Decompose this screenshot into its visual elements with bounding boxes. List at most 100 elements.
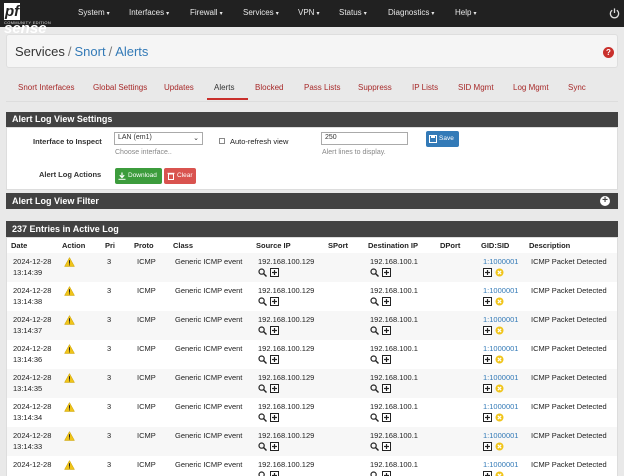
alert-lines-input[interactable]: 250 <box>321 132 408 145</box>
lookup-source-icon[interactable] <box>258 355 267 364</box>
interface-select[interactable]: LAN (em1) ⌄ <box>114 132 203 145</box>
lookup-destination-icon[interactable] <box>370 384 379 393</box>
tab-snort-interfaces[interactable]: Snort Interfaces <box>18 83 74 92</box>
disable-sid-icon[interactable] <box>495 297 504 306</box>
add-destination-suppress-icon[interactable] <box>382 471 391 476</box>
disable-sid-icon[interactable] <box>495 326 504 335</box>
add-sid-suppress-icon[interactable] <box>483 355 492 364</box>
nav-vpn[interactable]: VPN ▾ <box>298 8 319 17</box>
tab-blocked[interactable]: Blocked <box>255 83 283 92</box>
disable-sid-icon[interactable] <box>495 442 504 451</box>
save-button[interactable]: Save <box>426 131 459 147</box>
add-source-suppress-icon[interactable] <box>270 384 279 393</box>
row-gid-sid-link[interactable]: 1:1000001 <box>483 402 518 411</box>
nav-status[interactable]: Status ▾ <box>339 8 367 17</box>
row-gid-sid-link[interactable]: 1:1000001 <box>483 460 518 469</box>
tab-global-settings[interactable]: Global Settings <box>93 83 147 92</box>
add-sid-suppress-icon[interactable] <box>483 384 492 393</box>
add-sid-suppress-icon[interactable] <box>483 268 492 277</box>
col-sport[interactable]: SPort <box>328 241 348 250</box>
add-destination-suppress-icon[interactable] <box>382 384 391 393</box>
lookup-source-icon[interactable] <box>258 384 267 393</box>
disable-sid-icon[interactable] <box>495 413 504 422</box>
lookup-source-icon[interactable] <box>258 413 267 422</box>
tab-ip-lists[interactable]: IP Lists <box>412 83 438 92</box>
add-source-suppress-icon[interactable] <box>270 413 279 422</box>
lookup-destination-icon[interactable] <box>370 268 379 277</box>
clear-button[interactable]: Clear <box>164 168 196 184</box>
add-destination-suppress-icon[interactable] <box>382 297 391 306</box>
auto-refresh-checkbox[interactable] <box>219 138 225 144</box>
add-sid-suppress-icon[interactable] <box>483 326 492 335</box>
row-class: Generic ICMP event <box>175 257 243 266</box>
disable-sid-icon[interactable] <box>495 384 504 393</box>
add-sid-suppress-icon[interactable] <box>483 442 492 451</box>
tab-log-mgmt[interactable]: Log Mgmt <box>513 83 549 92</box>
help-icon[interactable]: ? <box>603 47 614 58</box>
col-source-ip[interactable]: Source IP <box>256 241 291 250</box>
disable-sid-icon[interactable] <box>495 268 504 277</box>
add-sid-suppress-icon[interactable] <box>483 413 492 422</box>
col-description[interactable]: Description <box>529 241 570 250</box>
lookup-source-icon[interactable] <box>258 326 267 335</box>
tab-updates[interactable]: Updates <box>164 83 194 92</box>
col-class[interactable]: Class <box>173 241 193 250</box>
lookup-destination-icon[interactable] <box>370 442 379 451</box>
add-sid-suppress-icon[interactable] <box>483 297 492 306</box>
expand-filter-icon[interactable]: + <box>600 196 610 206</box>
tab-pass-lists[interactable]: Pass Lists <box>304 83 340 92</box>
breadcrumb-alerts[interactable]: Alerts <box>115 44 148 59</box>
add-source-suppress-icon[interactable] <box>270 355 279 364</box>
disable-sid-icon[interactable] <box>495 471 504 476</box>
pfsense-logo[interactable]: pfsense COMMUNITY EDITION <box>4 3 62 37</box>
col-action[interactable]: Action <box>62 241 85 250</box>
nav-help[interactable]: Help ▾ <box>455 8 476 17</box>
row-gid-sid-link[interactable]: 1:1000001 <box>483 257 518 266</box>
add-destination-suppress-icon[interactable] <box>382 413 391 422</box>
row-gid-sid-link[interactable]: 1:1000001 <box>483 344 518 353</box>
col-date[interactable]: Date <box>11 241 27 250</box>
tab-sync[interactable]: Sync <box>568 83 586 92</box>
col-gid-sid[interactable]: GID:SID <box>481 241 509 250</box>
lookup-source-icon[interactable] <box>258 268 267 277</box>
tab-suppress[interactable]: Suppress <box>358 83 392 92</box>
logout-icon[interactable] <box>609 7 620 19</box>
lookup-source-icon[interactable] <box>258 297 267 306</box>
nav-system[interactable]: System ▾ <box>78 8 110 17</box>
tab-alerts[interactable]: Alerts <box>214 83 234 92</box>
nav-firewall[interactable]: Firewall ▾ <box>190 8 223 17</box>
lookup-destination-icon[interactable] <box>370 413 379 422</box>
add-destination-suppress-icon[interactable] <box>382 442 391 451</box>
add-source-suppress-icon[interactable] <box>270 442 279 451</box>
add-destination-suppress-icon[interactable] <box>382 355 391 364</box>
row-gid-sid-link[interactable]: 1:1000001 <box>483 373 518 382</box>
col-proto[interactable]: Proto <box>134 241 154 250</box>
nav-interfaces[interactable]: Interfaces ▾ <box>129 8 169 17</box>
disable-sid-icon[interactable] <box>495 355 504 364</box>
lookup-destination-icon[interactable] <box>370 326 379 335</box>
row-description: ICMP Packet Detected <box>531 402 607 411</box>
add-sid-suppress-icon[interactable] <box>483 471 492 476</box>
add-source-suppress-icon[interactable] <box>270 297 279 306</box>
lookup-destination-icon[interactable] <box>370 355 379 364</box>
lookup-destination-icon[interactable] <box>370 471 379 476</box>
lookup-source-icon[interactable] <box>258 471 267 476</box>
nav-services[interactable]: Services ▾ <box>243 8 279 17</box>
add-destination-suppress-icon[interactable] <box>382 326 391 335</box>
lookup-source-icon[interactable] <box>258 442 267 451</box>
add-source-suppress-icon[interactable] <box>270 268 279 277</box>
col-dport[interactable]: DPort <box>440 241 460 250</box>
breadcrumb-snort[interactable]: Snort <box>74 44 105 59</box>
nav-diagnostics[interactable]: Diagnostics ▾ <box>388 8 434 17</box>
add-destination-suppress-icon[interactable] <box>382 268 391 277</box>
row-gid-sid-link[interactable]: 1:1000001 <box>483 315 518 324</box>
row-gid-sid-link[interactable]: 1:1000001 <box>483 286 518 295</box>
col-pri[interactable]: Pri <box>105 241 115 250</box>
add-source-suppress-icon[interactable] <box>270 471 279 476</box>
add-source-suppress-icon[interactable] <box>270 326 279 335</box>
col-destination-ip[interactable]: Destination IP <box>368 241 418 250</box>
row-gid-sid-link[interactable]: 1:1000001 <box>483 431 518 440</box>
lookup-destination-icon[interactable] <box>370 297 379 306</box>
tab-sid-mgmt[interactable]: SID Mgmt <box>458 83 494 92</box>
download-button[interactable]: Download <box>115 168 162 184</box>
